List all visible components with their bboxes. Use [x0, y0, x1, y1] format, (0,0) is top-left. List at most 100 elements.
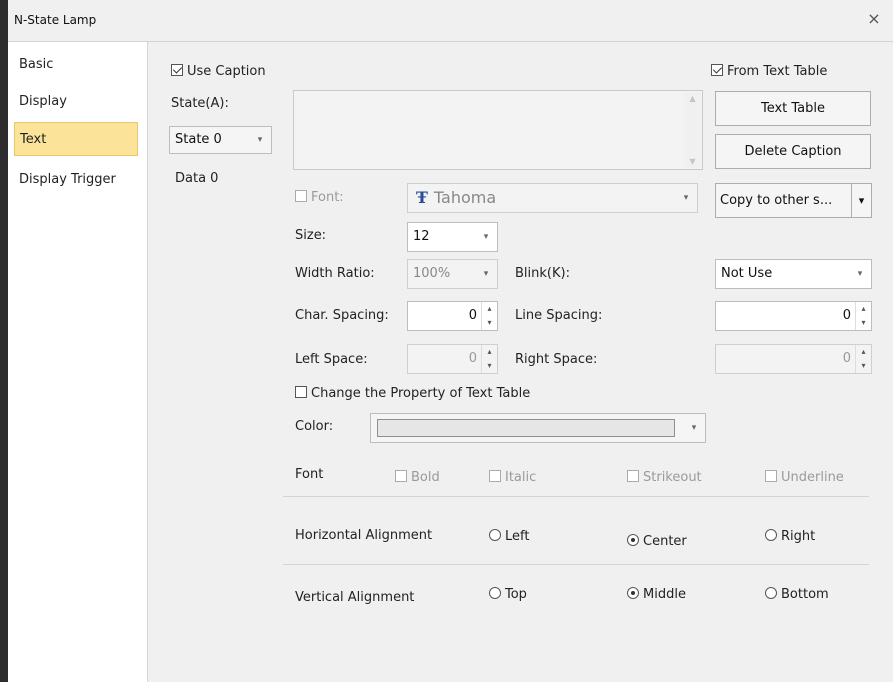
font-select[interactable]: Ŧ Tahoma ▾	[407, 183, 698, 213]
line-spacing-label: Line Spacing:	[515, 308, 603, 323]
window-title: N-State Lamp	[14, 13, 97, 27]
color-label: Color:	[295, 419, 334, 434]
strikeout-checkbox[interactable]: Strikeout	[627, 470, 702, 485]
right-space-label: Right Space:	[515, 352, 598, 367]
font-label: Font:	[311, 190, 344, 205]
spin-arrows-icon[interactable]: ▴ ▾	[855, 302, 871, 330]
chevron-down-icon: ▾	[483, 269, 489, 279]
copy-to-other-states-button[interactable]: Copy to other s... ▾	[715, 183, 872, 218]
h-align-left-label: Left	[505, 529, 530, 544]
size-select[interactable]: 12 ▾	[407, 222, 498, 252]
spin-down-icon[interactable]: ▾	[861, 318, 865, 327]
text-table-button[interactable]: Text Table	[715, 91, 871, 126]
h-align-right-radio[interactable]: Right	[765, 529, 815, 544]
scroll-up-icon[interactable]: ▲	[684, 94, 701, 103]
width-ratio-select[interactable]: 100% ▾	[407, 259, 498, 289]
checkbox-icon	[711, 64, 723, 76]
underline-label: Underline	[781, 470, 844, 485]
char-spacing-value: 0	[468, 308, 477, 323]
chevron-down-icon: ▾	[683, 193, 689, 203]
separator	[283, 564, 869, 565]
v-align-middle-radio[interactable]: Middle	[627, 587, 686, 602]
checkbox-icon	[295, 190, 307, 202]
blink-label: Blink(K):	[515, 266, 570, 281]
nav-item-basic[interactable]: Basic	[14, 48, 138, 82]
font-checkbox[interactable]: Font:	[295, 190, 344, 205]
line-spacing-value: 0	[842, 308, 851, 323]
checkbox-icon	[489, 470, 501, 482]
state-label: State(A):	[171, 96, 229, 111]
v-align-bottom-radio[interactable]: Bottom	[765, 587, 829, 602]
spin-arrows-icon[interactable]: ▴ ▾	[481, 345, 497, 373]
blink-value: Not Use	[721, 266, 773, 281]
checkbox-icon	[627, 470, 639, 482]
bold-checkbox[interactable]: Bold	[395, 470, 440, 485]
dialog-window: N-State Lamp × Basic Display Text Displa…	[0, 0, 893, 682]
truetype-font-icon: Ŧ	[416, 188, 428, 207]
caption-textarea[interactable]: ▲ ▼	[293, 90, 703, 170]
checkbox-icon	[171, 64, 183, 76]
state-value: State 0	[175, 132, 222, 147]
underline-checkbox[interactable]: Underline	[765, 470, 844, 485]
radio-icon	[627, 587, 639, 599]
h-align-left-radio[interactable]: Left	[489, 529, 529, 544]
radio-icon	[489, 529, 501, 541]
scroll-down-icon[interactable]: ▼	[684, 157, 701, 166]
spin-down-icon[interactable]: ▾	[487, 361, 491, 370]
chevron-down-icon[interactable]: ▾	[851, 184, 871, 217]
from-text-table-label: From Text Table	[727, 64, 828, 79]
checkbox-icon	[765, 470, 777, 482]
v-align-top-radio[interactable]: Top	[489, 587, 527, 602]
right-space-input[interactable]: 0 ▴ ▾	[715, 344, 872, 374]
line-spacing-input[interactable]: 0 ▴ ▾	[715, 301, 872, 331]
data-label: Data 0	[175, 171, 219, 186]
spin-up-icon[interactable]: ▴	[861, 347, 865, 356]
title-bar: N-State Lamp ×	[8, 0, 893, 42]
horizontal-alignment-label: Horizontal Alignment	[295, 528, 433, 543]
h-align-center-radio[interactable]: Center	[627, 534, 687, 549]
spin-arrows-icon[interactable]: ▴ ▾	[855, 345, 871, 373]
italic-label: Italic	[505, 470, 537, 485]
close-icon[interactable]: ×	[865, 10, 883, 28]
state-select[interactable]: State 0 ▾	[169, 126, 272, 154]
v-align-middle-label: Middle	[643, 587, 686, 602]
vertical-alignment-label: Vertical Alignment	[295, 590, 415, 605]
spin-down-icon[interactable]: ▾	[861, 361, 865, 370]
italic-checkbox[interactable]: Italic	[489, 470, 536, 485]
size-value: 12	[413, 229, 430, 244]
chevron-down-icon: ▾	[857, 269, 863, 279]
strikeout-label: Strikeout	[643, 470, 702, 485]
left-nav: Basic Display Text Display Trigger	[8, 42, 148, 682]
width-ratio-label: Width Ratio:	[295, 266, 375, 281]
right-space-value: 0	[842, 351, 851, 366]
nav-item-display-trigger[interactable]: Display Trigger	[14, 163, 138, 197]
radio-icon	[489, 587, 501, 599]
spin-up-icon[interactable]: ▴	[487, 304, 491, 313]
spin-down-icon[interactable]: ▾	[487, 318, 491, 327]
nav-item-text[interactable]: Text	[14, 122, 138, 156]
bold-label: Bold	[411, 470, 440, 485]
char-spacing-input[interactable]: 0 ▴ ▾	[407, 301, 498, 331]
color-swatch	[377, 419, 675, 437]
scrollbar[interactable]: ▲ ▼	[684, 92, 701, 168]
change-property-checkbox[interactable]: Change the Property of Text Table	[295, 386, 530, 401]
color-select[interactable]: ▾	[370, 413, 706, 443]
chevron-down-icon: ▾	[257, 135, 263, 145]
left-space-value: 0	[468, 351, 477, 366]
v-align-top-label: Top	[505, 587, 527, 602]
checkbox-icon	[295, 386, 307, 398]
spin-arrows-icon[interactable]: ▴ ▾	[481, 302, 497, 330]
blink-select[interactable]: Not Use ▾	[715, 259, 872, 289]
left-space-input[interactable]: 0 ▴ ▾	[407, 344, 498, 374]
spin-up-icon[interactable]: ▴	[487, 347, 491, 356]
nav-item-display[interactable]: Display	[14, 85, 138, 119]
spin-up-icon[interactable]: ▴	[861, 304, 865, 313]
from-text-table-checkbox[interactable]: From Text Table	[711, 64, 827, 79]
chevron-down-icon: ▾	[691, 423, 697, 433]
chevron-down-icon: ▾	[483, 232, 489, 242]
delete-caption-button[interactable]: Delete Caption	[715, 134, 871, 169]
font-value: Tahoma	[433, 188, 497, 207]
separator	[283, 496, 869, 497]
use-caption-checkbox[interactable]: Use Caption	[171, 64, 266, 79]
size-label: Size:	[295, 228, 327, 243]
